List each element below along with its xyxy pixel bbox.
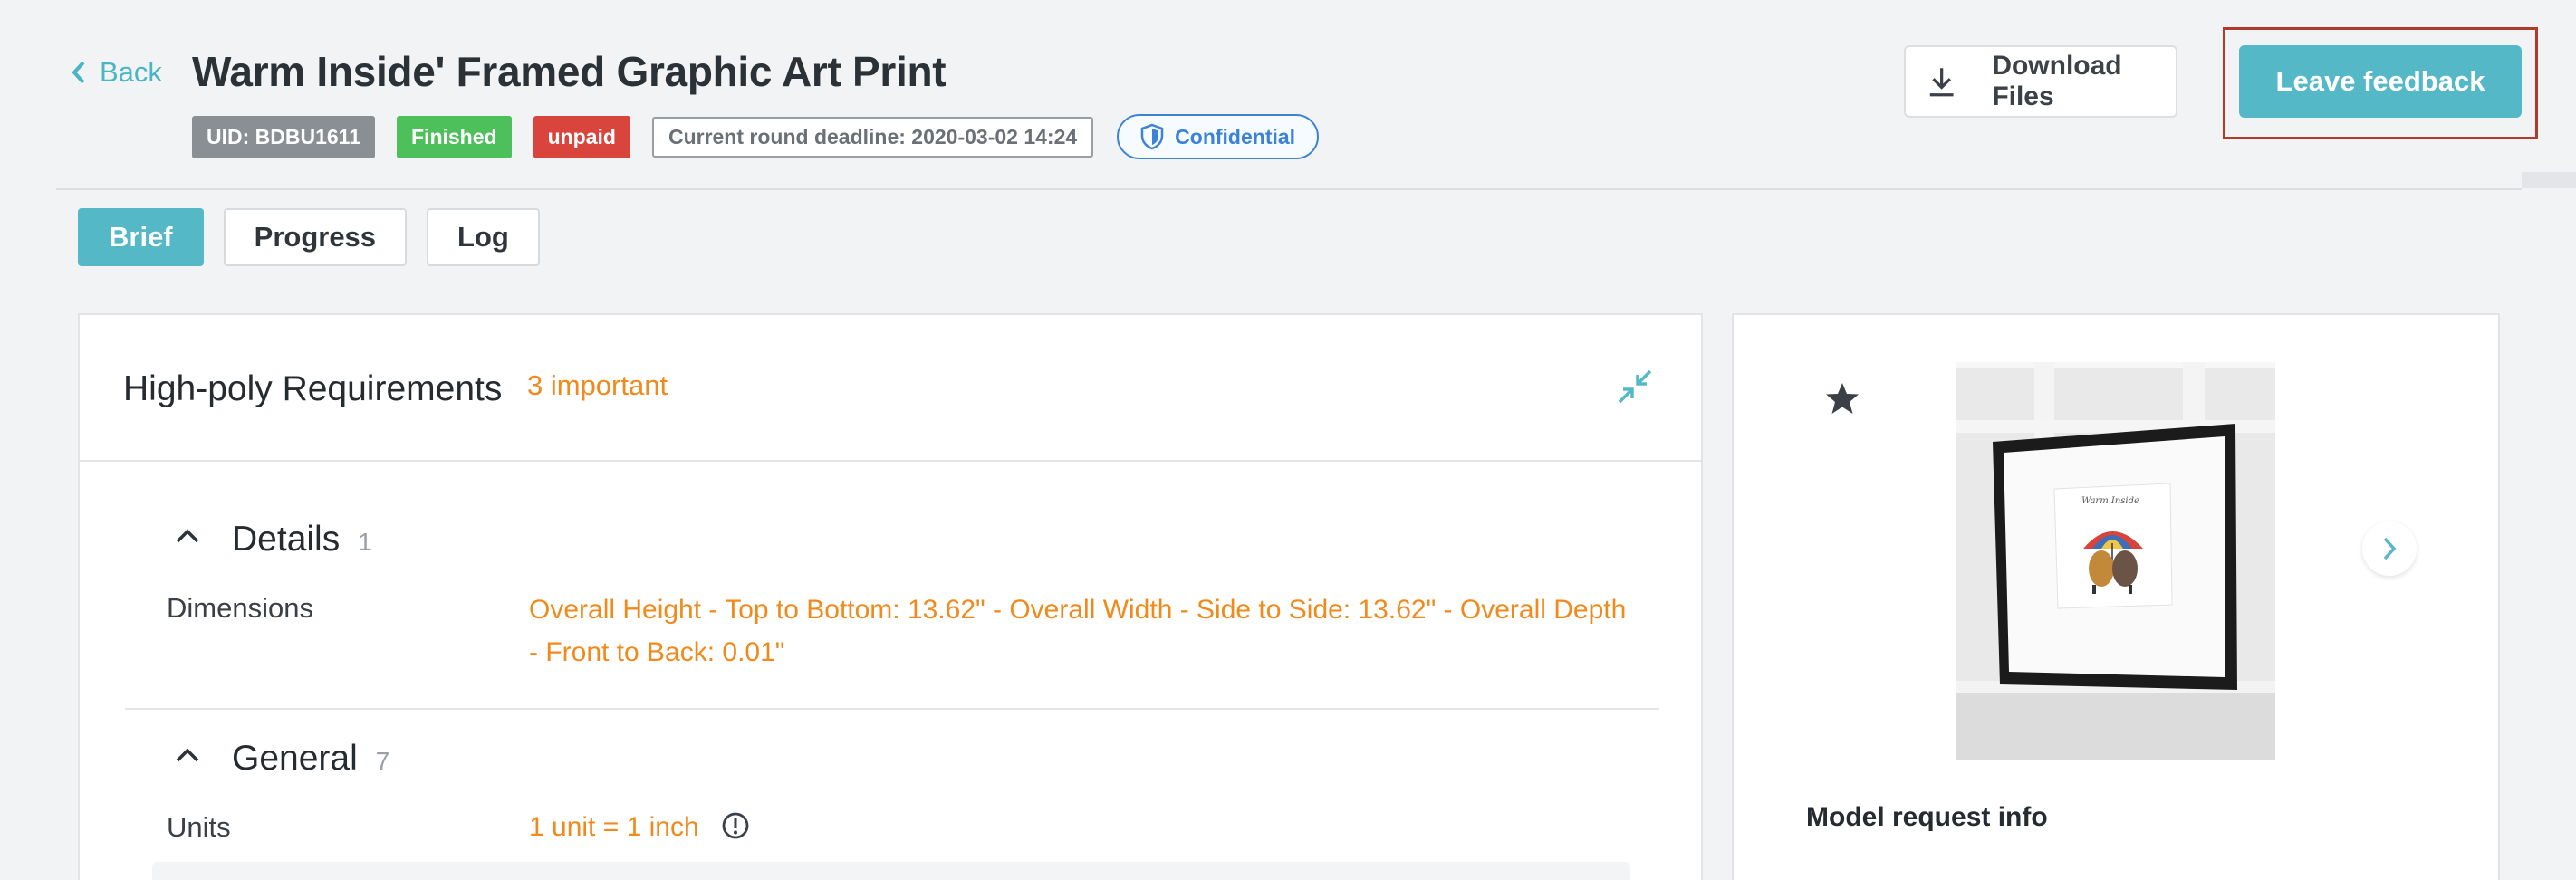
status-badge: Finished [397,115,512,158]
shield-icon [1140,123,1164,150]
section-general-header[interactable]: General 7 [174,739,389,779]
chevron-right-icon [2383,537,2397,560]
requirements-header: High-poly Requirements 3 important [80,315,1701,462]
download-icon [1929,68,1954,97]
star-icon[interactable] [1824,380,1860,416]
info-icon[interactable] [721,811,750,840]
tab-progress[interactable]: Progress [223,208,408,266]
leave-feedback-button[interactable]: Leave feedback [2239,45,2522,118]
row-value-units-wrap: 1 unit = 1 inch [529,806,1634,848]
next-image-button[interactable] [2362,521,2417,576]
confidential-badge: Confidential [1117,114,1320,159]
section-details-header[interactable]: Details 1 [174,520,372,560]
print-caption: Warm Inside [2081,496,2139,506]
payment-badge: unpaid [533,115,630,158]
model-request-info-heading: Model request info [1806,802,2048,832]
section-count: 7 [375,747,390,775]
deadline-badge: Current round deadline: 2020-03-02 14:24 [651,116,1094,158]
chevron-up-icon[interactable] [174,746,201,764]
back-label: Back [100,56,162,88]
page-title: Warm Inside' Framed Graphic Art Print [192,48,947,95]
row-label-units: Units [167,811,231,843]
collapse-icon[interactable] [1616,368,1654,406]
tab-brief[interactable]: Brief [78,208,204,266]
download-files-label: Download Files [1992,51,2122,111]
side-tab-stub [2522,172,2576,188]
product-photo[interactable]: Warm Inside [1956,362,2275,760]
uid-badge: UID: BDBU1611 [192,115,375,158]
section-title: Details [232,520,341,559]
important-count: 3 important [527,369,668,401]
download-files-button[interactable]: Download Files [1904,45,2177,118]
next-row-background [152,862,1630,880]
row-label-dimensions: Dimensions [167,592,313,624]
requirements-panel: High-poly Requirements 3 important Detai… [78,313,1703,880]
confidential-label: Confidential [1175,124,1296,148]
chevron-up-icon[interactable] [174,527,201,545]
framed-print-image: Warm Inside [1956,362,2275,760]
back-link[interactable]: Back [71,56,162,89]
header-divider [56,188,2522,190]
badge-row: UID: BDBU1611 Finished unpaid Current ro… [192,114,1320,159]
section-count: 1 [358,528,372,556]
chevron-left-icon [72,61,85,84]
media-panel: Warm Inside Model request info [1732,313,2500,880]
section-divider [125,708,1659,710]
requirements-title: High-poly Requirements [123,369,503,408]
row-value-units: 1 unit = 1 inch [529,812,699,842]
row-value-dimensions: Overall Height - Top to Bottom: 13.62" -… [529,595,1627,667]
tab-bar: Brief Progress Log [78,208,540,266]
tab-log[interactable]: Log [427,208,540,266]
section-title: General [232,739,358,778]
